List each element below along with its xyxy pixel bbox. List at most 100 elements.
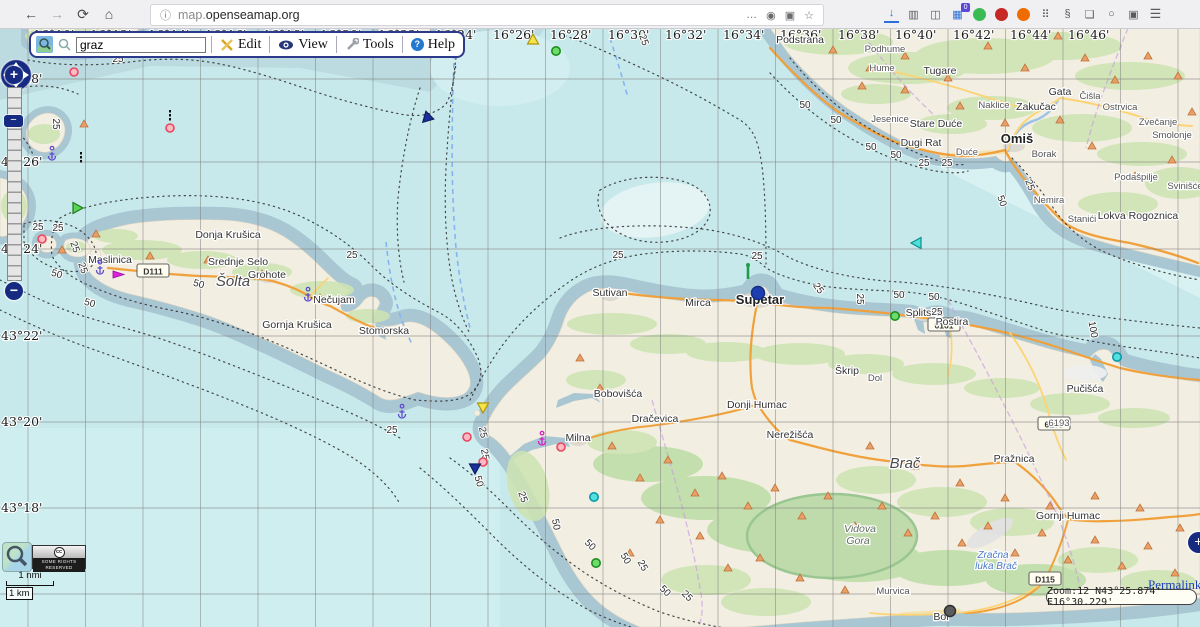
- place-label: Stanići: [1068, 214, 1097, 225]
- place-label: Smolonje: [1152, 130, 1192, 141]
- grid-label-lon: 16°28': [550, 28, 592, 42]
- search-input[interactable]: [76, 37, 206, 53]
- menu-tools[interactable]: Tools: [342, 37, 397, 53]
- scale-km-label: 1 km: [6, 587, 33, 600]
- extension-badge: 0: [961, 3, 970, 12]
- place-label: Pučišća: [1067, 383, 1104, 395]
- sea-sw: [0, 428, 500, 627]
- place-label: Tugare: [924, 65, 957, 77]
- seamark-cyan-buoy-icon[interactable]: [590, 493, 598, 501]
- screenshot-icon[interactable]: ▣: [785, 9, 795, 22]
- menu-edit[interactable]: Edit: [217, 37, 264, 53]
- zoom-in-button[interactable]: +: [5, 66, 23, 84]
- depth-label: 50: [890, 150, 902, 161]
- place-label: Mirca: [685, 297, 711, 309]
- place-label: Pražnica: [994, 453, 1035, 465]
- addon-red-icon[interactable]: [994, 7, 1009, 22]
- depth-label: 50: [865, 142, 877, 153]
- place-label: Gata: [1049, 86, 1072, 98]
- site-info-icon[interactable]: ⓘ: [160, 7, 171, 23]
- seamark-light-icon[interactable]: [38, 235, 46, 243]
- seamark-light-icon[interactable]: [557, 443, 565, 451]
- url-bar[interactable]: ⓘ map.openseamap.org … ◉ ▣ ☆: [150, 4, 824, 26]
- seamark-green-buoy-icon[interactable]: [592, 559, 600, 567]
- depth-label: 25: [931, 307, 943, 318]
- bookmark-star-icon[interactable]: ☆: [804, 9, 814, 22]
- scale-nmi-label: 1 nmi: [6, 570, 54, 581]
- islet-mrduja: [474, 410, 480, 416]
- tracking-shield-icon[interactable]: ◉: [766, 9, 776, 22]
- addon-orange-icon[interactable]: [1016, 7, 1031, 22]
- library-icon[interactable]: ▥: [906, 7, 921, 22]
- road-badge-label: D115: [1035, 575, 1055, 585]
- bell-icon[interactable]: ○: [1104, 7, 1119, 22]
- menu-tools-label: Tools: [363, 37, 394, 53]
- sidebar-icon[interactable]: ◫: [928, 7, 943, 22]
- seamark-dark-dot-icon[interactable]: [945, 606, 956, 617]
- seamark-green-buoy-icon[interactable]: [891, 312, 899, 320]
- cc-license-badge[interactable]: cc SOME RIGHTS RESERVED: [32, 545, 86, 569]
- depth-label: 25: [612, 250, 624, 261]
- place-label: Podstrana: [776, 34, 824, 46]
- seamark-harbour-dot-icon[interactable]: [752, 287, 765, 300]
- menu-help[interactable]: ? Help: [408, 37, 458, 53]
- seamark-green-buoy-icon[interactable]: [552, 47, 560, 55]
- extension-icon[interactable]: ▦ 0: [950, 7, 965, 22]
- grid-label-lon: 16°38': [838, 28, 880, 42]
- sig-icon[interactable]: §: [1060, 7, 1075, 22]
- place-label: Gornji Humac: [1036, 510, 1100, 522]
- depth-label: 25: [918, 158, 930, 169]
- place-label: Zračna: [976, 550, 1009, 561]
- back-icon[interactable]: ←: [18, 6, 44, 22]
- zoom-slider-handle[interactable]: −: [4, 115, 23, 127]
- url-subdomain: map.: [178, 8, 206, 22]
- seamark-cyan-buoy-icon[interactable]: [1113, 353, 1121, 361]
- page-actions-icon[interactable]: …: [746, 9, 757, 21]
- place-label: Sutivan: [592, 287, 627, 299]
- place-label: Maslinica: [88, 254, 132, 266]
- depth-label: 25: [751, 251, 763, 262]
- map-svg[interactable]: 16°10'16°12'16°14'16°16'16°18'16°20'16°2…: [0, 28, 1200, 627]
- reload-icon[interactable]: ⟳: [70, 6, 96, 23]
- grid-label-lat: 43°18': [1, 500, 43, 515]
- place-label: Omiš: [1001, 131, 1034, 146]
- home-icon[interactable]: ⌂: [96, 6, 122, 22]
- grid-label-lon: 16°32': [665, 28, 707, 42]
- place-label: luka Brač: [975, 561, 1017, 572]
- frame2-icon[interactable]: ▣: [1126, 7, 1141, 22]
- downloads-icon[interactable]: ↓: [884, 6, 899, 23]
- openseamap-logo-icon[interactable]: [36, 36, 53, 53]
- place-label: Naklice: [978, 100, 1009, 111]
- place-label: Nemira: [1034, 195, 1065, 206]
- map-canvas[interactable]: 16°10'16°12'16°14'16°16'16°18'16°20'16°2…: [0, 28, 1200, 627]
- depth-label: 25: [52, 223, 64, 234]
- place-label: Čišla: [1079, 91, 1101, 102]
- menu-help-label: Help: [428, 37, 455, 53]
- grid-label-lat: 43°22': [1, 328, 43, 343]
- seamark-light-icon[interactable]: [463, 433, 471, 441]
- zoom-out-button[interactable]: −: [5, 282, 23, 300]
- menu-hamburger-icon[interactable]: ☰: [1148, 7, 1163, 22]
- cc-icon: cc: [54, 547, 65, 558]
- place-label: Zvečanje: [1139, 117, 1178, 128]
- orange-dot-icon: [1017, 8, 1030, 21]
- depth-label: 25: [386, 425, 398, 436]
- seamark-light-icon[interactable]: [70, 68, 78, 76]
- red-shield-icon: [995, 8, 1008, 21]
- menu-view[interactable]: View: [275, 37, 330, 53]
- pocket-book-icon[interactable]: ❏: [1082, 7, 1097, 22]
- place-label: 6193: [1048, 418, 1069, 429]
- edit-tools-icon: [220, 38, 234, 52]
- place-label: Brač: [890, 455, 921, 472]
- grid-label-lon: 16°46': [1068, 28, 1110, 42]
- grid-icon[interactable]: ⠿: [1038, 7, 1053, 22]
- addon-green-icon[interactable]: [972, 7, 987, 22]
- toolbar-divider: [336, 36, 337, 53]
- seamark-light-icon[interactable]: [166, 124, 174, 132]
- scale-nmi-bar: [6, 581, 54, 586]
- place-label: Svinišće: [1167, 181, 1200, 192]
- place-label: Donja Krušica: [195, 229, 261, 241]
- depth-label: 25: [346, 250, 358, 261]
- menu-view-label: View: [298, 37, 327, 53]
- forward-icon[interactable]: →: [44, 6, 70, 22]
